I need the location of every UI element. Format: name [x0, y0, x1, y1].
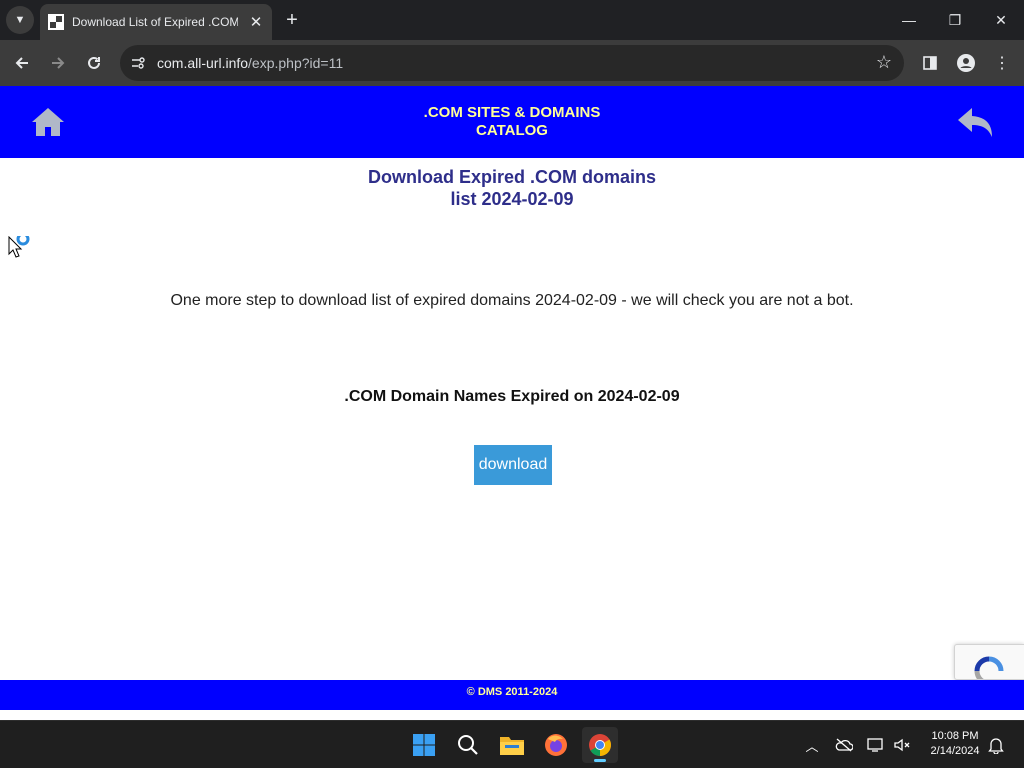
reload-icon: [88, 56, 100, 69]
show-hidden-icons-button[interactable]: ︿: [802, 735, 822, 755]
tab-search-dropdown[interactable]: ▼: [6, 6, 34, 34]
forward-button[interactable]: [44, 49, 72, 77]
search-icon: [458, 735, 478, 755]
reload-button[interactable]: [80, 49, 108, 77]
url-text[interactable]: com.all-url.info/exp.php?id=11: [157, 55, 343, 71]
site-info-icon[interactable]: [130, 55, 146, 71]
site-header: .COM SITES & DOMAINS CATALOG: [0, 86, 1024, 158]
browser-tab-bar: ▼ Download List of Expired .COM ✕ + — ❐ …: [0, 0, 1024, 40]
chrome-button[interactable]: [582, 727, 618, 763]
speaker-muted-icon: [894, 738, 910, 752]
url-path: /exp.php?id=11: [248, 55, 344, 71]
recaptcha-badge[interactable]: [954, 644, 1024, 680]
section-heading: .COM Domain Names Expired on 2024-02-09: [344, 388, 680, 405]
profile-icon: [957, 54, 975, 72]
restore-button[interactable]: ❐: [932, 0, 978, 40]
active-app-indicator: [594, 759, 606, 762]
site-title: .COM SITES & DOMAINS CATALOG: [362, 104, 662, 140]
back-button[interactable]: [8, 49, 36, 77]
side-panel-button[interactable]: [916, 49, 944, 77]
site-favicon: [48, 14, 64, 30]
page-title: Download Expired .COM domains list 2024-…: [312, 166, 712, 210]
network-icon: [867, 738, 883, 752]
taskbar-search-button[interactable]: [450, 727, 486, 763]
more-vert-icon: ⋮: [994, 55, 1010, 72]
busy-cursor-icon: [8, 236, 30, 258]
browser-toolbar: com.all-url.info/exp.php?id=11 ☆ ⋮: [0, 40, 1024, 86]
taskbar-clock[interactable]: 10:08 PM 2/14/2024: [920, 729, 990, 759]
site-title-line1: .COM SITES & DOMAINS: [423, 104, 601, 121]
cloud-offline-icon: [835, 738, 853, 752]
page-title-line1: Download Expired .COM domains: [367, 167, 657, 187]
web-page: .COM SITES & DOMAINS CATALOG Download Ex…: [0, 86, 1024, 720]
volume-button[interactable]: [892, 735, 912, 755]
address-bar[interactable]: com.all-url.info/exp.php?id=11 ☆: [120, 45, 904, 81]
browser-tab-active[interactable]: Download List of Expired .COM ✕: [40, 4, 272, 40]
file-explorer-button[interactable]: [494, 727, 530, 763]
home-icon[interactable]: [30, 106, 66, 138]
browser-menu-button[interactable]: ⋮: [988, 49, 1016, 77]
start-button[interactable]: [406, 727, 442, 763]
site-title-line2: CATALOG: [476, 122, 548, 139]
windows-taskbar: ︿ 10:08 PM 2/14/2024: [0, 720, 1024, 768]
windows-start-icon: [413, 734, 435, 756]
chevron-up-icon: ︿: [805, 738, 819, 754]
firefox-icon: [545, 734, 567, 756]
bot-check-message: One more step to download list of expire…: [170, 292, 854, 309]
clock-time: 10:08 PM: [931, 730, 979, 742]
new-tab-button[interactable]: +: [280, 8, 304, 32]
tab-title: Download List of Expired .COM: [72, 15, 238, 29]
chevron-down-icon: ▼: [14, 14, 26, 26]
chrome-icon: [589, 734, 611, 756]
back-arrow-icon[interactable]: [956, 106, 996, 140]
side-panel-icon: [923, 56, 937, 70]
bookmark-star-icon[interactable]: ☆: [876, 52, 892, 73]
close-window-button[interactable]: ✕: [978, 0, 1024, 40]
bell-icon: [988, 738, 1004, 754]
site-footer: © DMS 2011-2024: [0, 680, 1024, 710]
arrow-right-icon: [52, 57, 65, 69]
page-title-line2: list 2024-02-09: [450, 189, 574, 209]
url-host: com.all-url.info: [157, 55, 249, 71]
profile-button[interactable]: [952, 49, 980, 77]
close-icon[interactable]: ✕: [248, 13, 264, 31]
firefox-button[interactable]: [538, 727, 574, 763]
download-button[interactable]: download: [474, 445, 552, 485]
file-explorer-icon: [500, 737, 524, 755]
notifications-button[interactable]: [986, 735, 1006, 755]
onedrive-button[interactable]: [834, 735, 854, 755]
minimize-button[interactable]: —: [886, 0, 932, 40]
arrow-left-icon: [15, 57, 28, 69]
network-button[interactable]: [866, 735, 886, 755]
recaptcha-icon: [974, 656, 1004, 679]
clock-date: 2/14/2024: [930, 745, 980, 757]
